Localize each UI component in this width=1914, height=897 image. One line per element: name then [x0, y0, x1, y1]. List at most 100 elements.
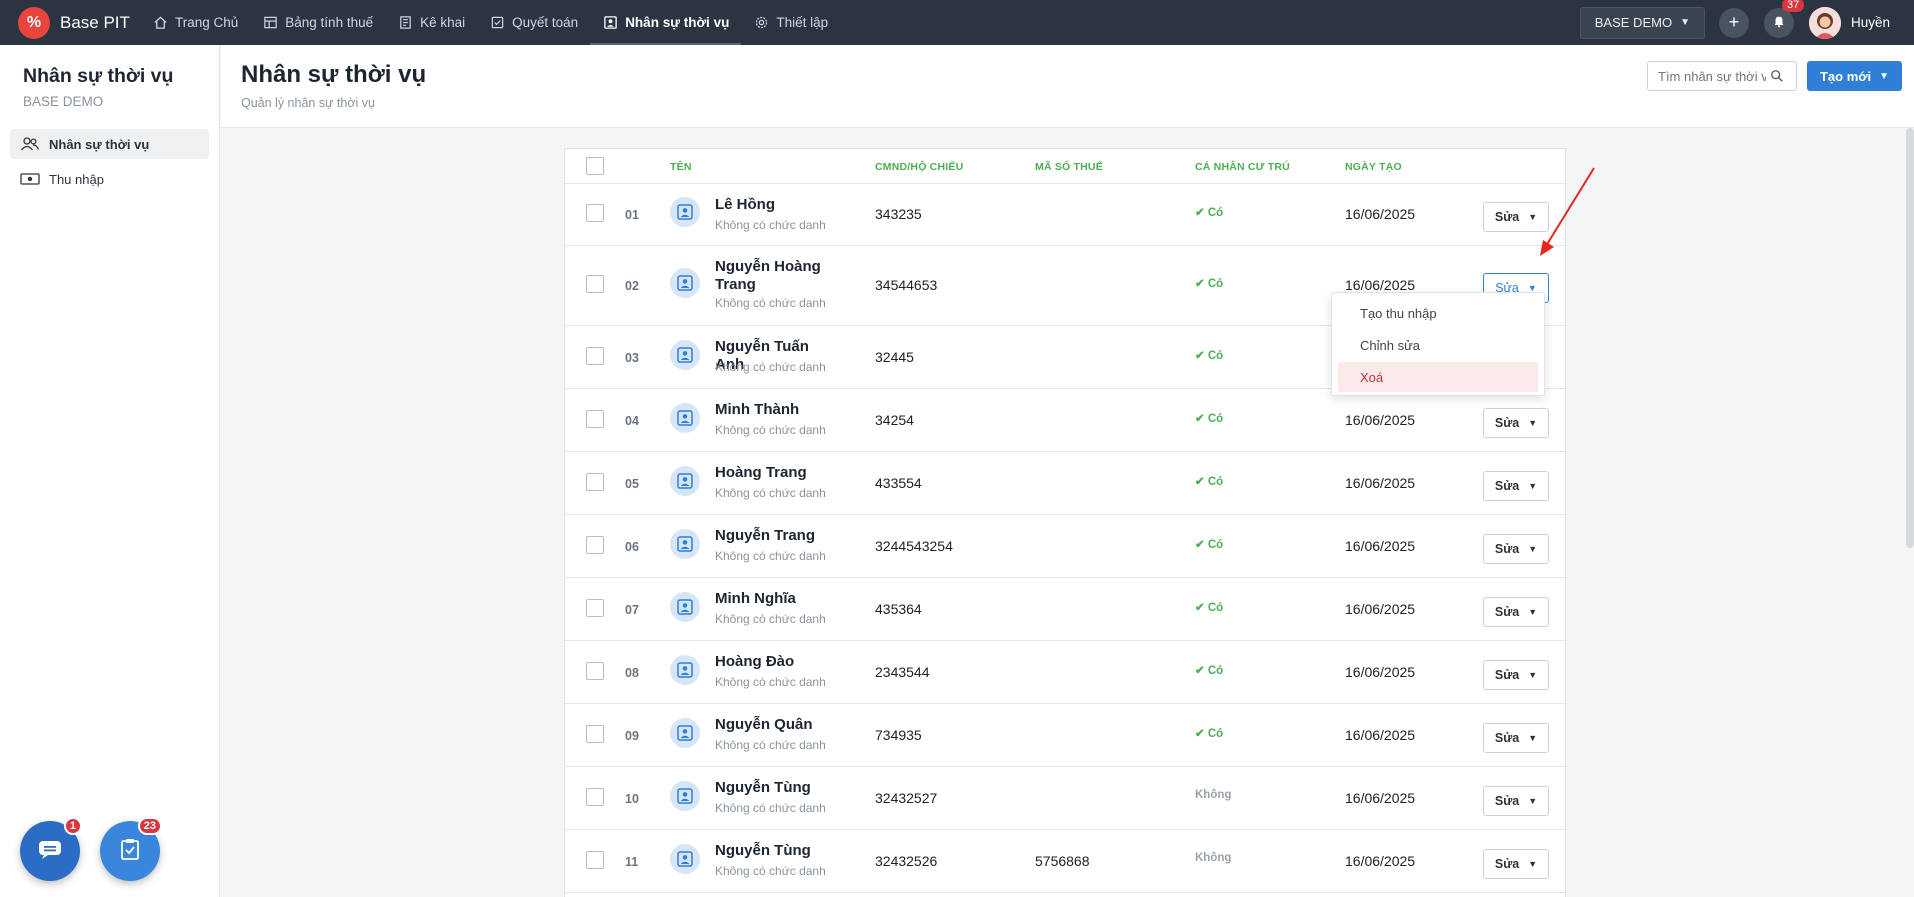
nav-item-settlement[interactable]: Quyết toán: [477, 0, 590, 45]
sidebar-item-income[interactable]: Thu nhập: [10, 164, 209, 194]
edit-label: Sửa: [1494, 668, 1520, 682]
person-name[interactable]: Nguyễn Tùng: [715, 779, 835, 797]
created-date-cell: 16/06/2025: [1345, 412, 1416, 428]
person-name[interactable]: Nguyễn Quân: [715, 716, 835, 734]
created-date-cell: 16/06/2025: [1345, 664, 1416, 680]
menu-item-delete[interactable]: Xoá: [1338, 362, 1538, 392]
column-header-resident[interactable]: CÁ NHÂN CƯ TRÚ: [1195, 161, 1290, 173]
row-checkbox[interactable]: [586, 275, 604, 293]
check-icon: ✔: [1195, 665, 1208, 677]
check-icon: ✔: [1195, 539, 1208, 551]
search-input[interactable]: [1658, 68, 1766, 84]
nav-menu: Trang Chủ Bảng tính thuế Kê khai Quyết t…: [140, 0, 840, 45]
id-number-cell: 34544653: [875, 277, 938, 293]
row-checkbox[interactable]: [586, 347, 604, 365]
person-position: Không có chức danh: [715, 675, 826, 689]
edit-button[interactable]: Sửa ▼: [1483, 660, 1549, 690]
tasks-button[interactable]: 23: [100, 817, 162, 881]
nav-item-declaration[interactable]: Kê khai: [385, 0, 477, 45]
sidebar-item-seasonal-staff[interactable]: Nhân sự thời vụ: [10, 129, 209, 159]
caret-down-icon: ▼: [1528, 607, 1538, 617]
nav-item-tax-table[interactable]: Bảng tính thuế: [250, 0, 385, 45]
row-number: 07: [625, 603, 639, 617]
row-checkbox[interactable]: [586, 725, 604, 743]
nav-item-seasonal-staff[interactable]: Nhân sự thời vụ: [590, 0, 742, 45]
brand-name: Base PIT: [60, 12, 130, 32]
notifications-button[interactable]: 37: [1763, 0, 1805, 38]
person-name[interactable]: Nguyễn Hoàng Trang: [715, 258, 835, 294]
person-avatar-icon: [670, 781, 700, 811]
edit-button[interactable]: Sửa ▼: [1483, 534, 1549, 564]
sidebar-item-label: Thu nhập: [49, 171, 104, 187]
id-number-cell: 34254: [875, 412, 914, 428]
id-number-cell: 433554: [875, 475, 922, 491]
company-selector[interactable]: BASE DEMO ▼: [1579, 6, 1705, 39]
person-name[interactable]: Lê Hồng: [715, 196, 835, 214]
menu-item-create-income[interactable]: Tạo thu nhập: [1338, 298, 1538, 328]
row-checkbox[interactable]: [586, 599, 604, 617]
company-name: BASE DEMO: [1594, 15, 1673, 30]
row-number: 09: [625, 729, 639, 743]
page-scrollbar[interactable]: [1906, 128, 1914, 548]
user-name[interactable]: Huyền: [1851, 15, 1890, 30]
nav-item-label: Bảng tính thuế: [285, 15, 374, 30]
chat-badge: 1: [63, 817, 82, 835]
top-navbar: % Base PIT Trang Chủ Bảng tính thuế Kê k…: [0, 0, 1914, 45]
person-name[interactable]: Hoàng Đào: [715, 653, 835, 671]
edit-button[interactable]: Sửa ▼: [1483, 471, 1549, 501]
resident-status: Không: [1195, 789, 1232, 801]
table-row: 07 Minh Nghĩa Không có chức danh 435364 ✔ Có…: [565, 578, 1565, 641]
row-number: 05: [625, 477, 639, 491]
add-button[interactable]: +: [1718, 7, 1749, 38]
brand[interactable]: % Base PIT: [0, 6, 140, 39]
person-avatar-icon: [670, 655, 700, 685]
created-date-cell: 16/06/2025: [1345, 853, 1416, 869]
edit-button[interactable]: Sửa ▼: [1483, 597, 1549, 627]
clipboard-check-icon: [119, 837, 141, 866]
created-date-cell: 16/06/2025: [1345, 206, 1416, 222]
column-header-id[interactable]: CMND/HỘ CHIẾU: [875, 161, 963, 173]
create-new-button[interactable]: Tạo mới ▼: [1807, 61, 1902, 91]
row-checkbox[interactable]: [586, 788, 604, 806]
person-name[interactable]: Nguyễn Tùng: [715, 842, 835, 860]
caret-down-icon: ▼: [1528, 670, 1538, 680]
row-checkbox[interactable]: [586, 851, 604, 869]
row-checkbox[interactable]: [586, 410, 604, 428]
resident-status: ✔ Có: [1195, 350, 1224, 362]
person-position: Không có chức danh: [715, 549, 826, 563]
table-row: 08 Hoàng Đào Không có chức danh 2343544 ✔ Có…: [565, 641, 1565, 704]
edit-button[interactable]: Sửa ▼: [1483, 723, 1549, 753]
resident-status: ✔ Có: [1195, 539, 1224, 551]
id-number-cell: 435364: [875, 601, 922, 617]
row-checkbox[interactable]: [586, 662, 604, 680]
table-row: 04 Minh Thành Không có chức danh 34254 ✔ Có 1…: [565, 389, 1565, 452]
row-checkbox[interactable]: [586, 204, 604, 222]
person-position: Không có chức danh: [715, 738, 826, 752]
chat-button[interactable]: 1: [20, 817, 82, 881]
column-header-name[interactable]: TÊN: [670, 161, 692, 173]
row-checkbox[interactable]: [586, 536, 604, 554]
column-header-tax-code[interactable]: MÃ SỐ THUẾ: [1035, 161, 1103, 173]
user-avatar[interactable]: [1808, 6, 1841, 39]
check-icon: ✔: [1195, 278, 1208, 290]
person-name[interactable]: Nguyễn Trang: [715, 527, 835, 545]
search-field[interactable]: [1647, 61, 1797, 91]
select-all-checkbox[interactable]: [586, 157, 604, 175]
create-new-label: Tạo mới: [1819, 68, 1872, 84]
nav-item-settings[interactable]: Thiết lập: [741, 0, 840, 45]
menu-item-edit[interactable]: Chỉnh sửa: [1338, 330, 1538, 360]
caret-down-icon: ▼: [1528, 544, 1538, 554]
edit-button[interactable]: Sửa ▼: [1483, 408, 1549, 438]
person-position: Không có chức danh: [715, 801, 826, 815]
person-avatar-icon: [670, 718, 700, 748]
row-checkbox[interactable]: [586, 473, 604, 491]
created-date-cell: 16/06/2025: [1345, 475, 1416, 491]
column-header-created[interactable]: NGÀY TẠO: [1345, 161, 1402, 173]
edit-button[interactable]: Sửa ▼: [1483, 849, 1549, 879]
nav-item-home[interactable]: Trang Chủ: [140, 0, 250, 45]
sidebar-item-label: Nhân sự thời vụ: [49, 136, 150, 152]
edit-button[interactable]: Sửa ▼: [1483, 786, 1549, 816]
person-name[interactable]: Minh Thành: [715, 401, 835, 419]
person-name[interactable]: Hoàng Trang: [715, 464, 835, 482]
person-name[interactable]: Minh Nghĩa: [715, 590, 835, 608]
